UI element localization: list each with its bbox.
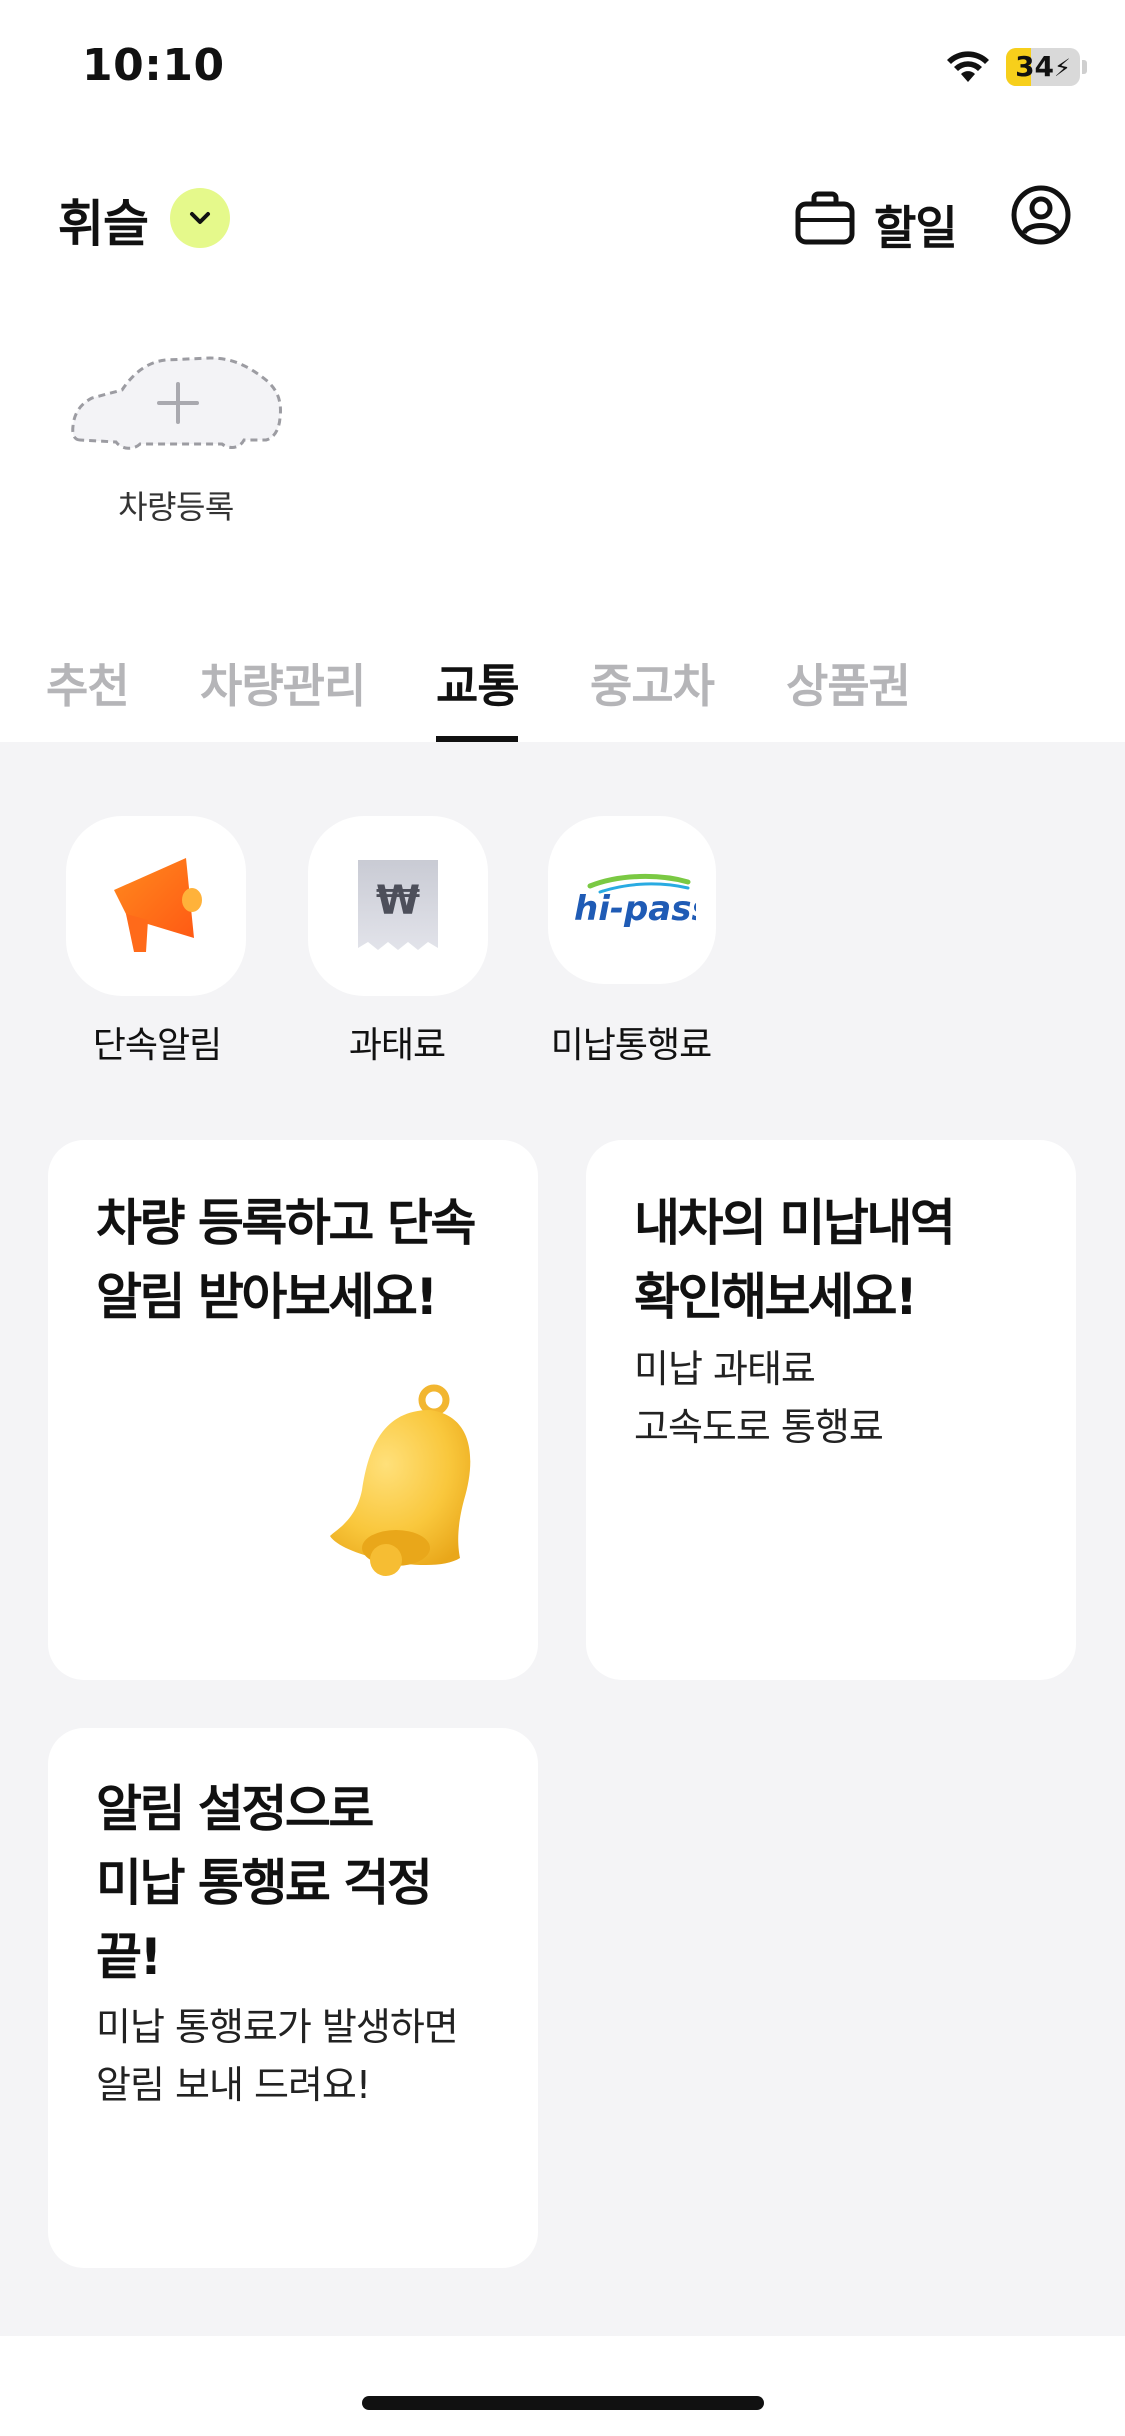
service-label: 단속알림 (92, 1025, 222, 1066)
add-car-icon (71, 356, 282, 450)
user-name[interactable]: 휘슬 (58, 184, 149, 256)
card-description: 미납 통행료가 발생하면 알림 보내 드려요! (96, 2005, 459, 2107)
service-label: 과태료 (348, 1025, 446, 1066)
service-label: 미납통행료 (550, 1025, 713, 1066)
svg-text:₩: ₩ (376, 878, 420, 924)
card-description: 미납 과태료 고속도로 통행료 (634, 1347, 884, 1449)
app-screen: 10:10 34⚡ 휘슬 할일 차량등록 추천 차량관리 교통 중고차 상품권 … (0, 0, 1125, 2436)
tab-recommend[interactable]: 추천 (46, 650, 130, 716)
card-title: 내차의 미납내역 확인해보세요! (634, 1194, 956, 1326)
header: 휘슬 할일 (0, 170, 1125, 270)
battery-cap (1082, 60, 1087, 74)
category-tabs: 추천 차량관리 교통 중고차 상품권 (0, 640, 1125, 744)
service-unpaid-toll[interactable]: hi-pass 미납통행료 (516, 816, 746, 1096)
service-fine[interactable]: ₩ 과태료 (282, 816, 512, 1096)
tab-used-car[interactable]: 중고차 (590, 650, 715, 716)
card-title: 알림 설정으로 미납 통행료 걱정 끝! (96, 1780, 433, 1986)
tab-traffic[interactable]: 교통 (436, 650, 520, 716)
megaphone-icon (114, 858, 202, 952)
chevron-down-icon (190, 212, 210, 224)
vehicle-register-label: 차량등록 (118, 488, 234, 526)
wifi-icon (947, 51, 989, 82)
notification-setting-card[interactable]: 알림 설정으로 미납 통행료 걱정 끝! 미납 통행료가 발생하면 알림 보내 … (48, 1728, 538, 2268)
service-icon-container: hi-pass (548, 816, 716, 984)
battery-icon: 34⚡ (1006, 48, 1080, 86)
service-icon-container: ₩ (308, 816, 488, 996)
vehicle-register-button[interactable]: 차량등록 (66, 354, 286, 534)
card-title: 차량 등록하고 단속 알림 받아보세요! (96, 1194, 476, 1326)
home-indicator[interactable] (362, 2396, 764, 2410)
service-icon-container (66, 816, 246, 996)
won-receipt-icon: ₩ (358, 860, 438, 950)
todo-label: 할일 (874, 201, 958, 255)
tab-gift-card[interactable]: 상품권 (786, 650, 911, 716)
status-time: 10:10 (82, 40, 225, 91)
profile-icon[interactable] (1010, 184, 1072, 246)
svg-text:hi-pass: hi-pass (574, 889, 696, 929)
status-bar: 10:10 34⚡ (0, 0, 1125, 140)
briefcase-icon (795, 191, 855, 245)
hipass-logo-icon: hi-pass (574, 873, 696, 929)
bell-icon (330, 1384, 471, 1576)
enforcement-alert-card[interactable]: 차량 등록하고 단속 알림 받아보세요! (48, 1140, 538, 1680)
tab-vehicle-management[interactable]: 차량관리 (200, 650, 366, 716)
battery-level: 34⚡ (1015, 50, 1071, 83)
traffic-content: 단속알림 ₩ 과태료 hi-pas 미납통행료 차량 등록하고 단속 알림 받아… (0, 742, 1125, 2336)
service-enforcement-alert[interactable]: 단속알림 (42, 816, 272, 1096)
account-dropdown-button[interactable] (170, 188, 230, 248)
unpaid-history-card[interactable]: 내차의 미납내역 확인해보세요! 미납 과태료 고속도로 통행료 (586, 1140, 1076, 1680)
